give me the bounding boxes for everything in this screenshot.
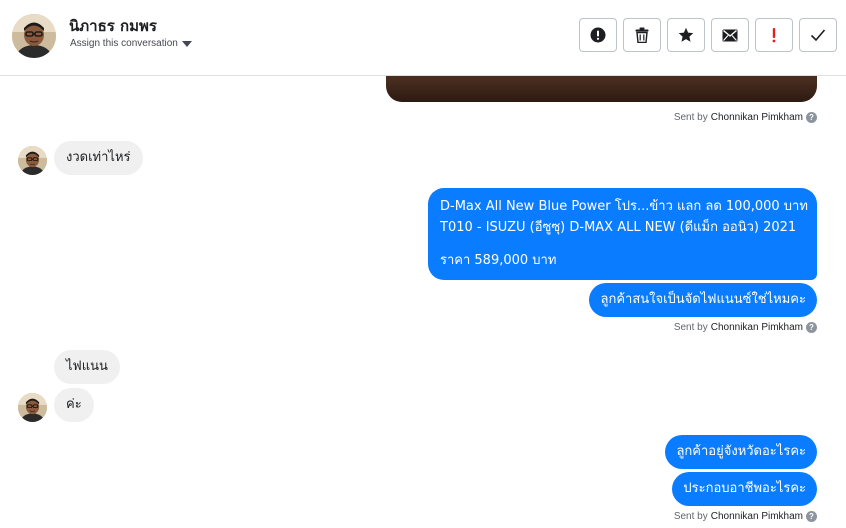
assign-label: Assign this conversation: [70, 38, 178, 49]
mark-done-button[interactable]: [799, 18, 837, 52]
assign-conversation-dropdown[interactable]: Assign this conversation: [70, 38, 192, 49]
card-title: D-Max All New Blue Power โปร...ข้าว แลก …: [440, 199, 808, 214]
mark-spam-button[interactable]: [579, 18, 617, 52]
message-thread[interactable]: Sent by Chonnikan Pimkham ? งวดเท่าไหร่ …: [0, 76, 846, 528]
star-button[interactable]: [667, 18, 705, 52]
outgoing-message: ลูกค้าสนใจเป็นจัดไฟแนนซ์ใช่ไหมคะ: [589, 283, 817, 317]
caret-down-icon: [181, 40, 192, 47]
image-attachment[interactable]: [386, 76, 817, 102]
delete-button[interactable]: [623, 18, 661, 52]
sent-by-label: Sent by Chonnikan Pimkham ?: [674, 112, 817, 123]
contact-avatar-small: [18, 393, 47, 422]
card-price: ราคา 589,000 บาท: [440, 253, 557, 268]
sent-by-label: Sent by Chonnikan Pimkham ?: [674, 322, 817, 333]
incoming-message: ไฟแนน: [54, 350, 120, 384]
help-icon[interactable]: ?: [806, 322, 817, 333]
conversation-header: นิภาธร กมพร Assign this conversation: [0, 0, 846, 76]
exclamation-icon: [772, 28, 776, 43]
agent-name: Chonnikan Pimkham: [710, 511, 803, 522]
sent-by-label: Sent by Chonnikan Pimkham ?: [674, 511, 817, 522]
agent-name: Chonnikan Pimkham: [710, 112, 803, 123]
card-subtitle: T010 - ISUZU (อีซูซุ) D-MAX ALL NEW (ดีแ…: [440, 220, 797, 235]
incoming-message: งวดเท่าไหร่: [54, 141, 143, 175]
contact-name: นิภาธร กมพร: [69, 17, 157, 35]
help-icon[interactable]: ?: [806, 511, 817, 522]
alert-circle-icon: [590, 27, 606, 43]
star-icon: [678, 27, 694, 42]
help-icon[interactable]: ?: [806, 112, 817, 123]
mark-unread-button[interactable]: [711, 18, 749, 52]
agent-name: Chonnikan Pimkham: [710, 322, 803, 333]
outgoing-message: ลูกค้าอยู่จังหวัดอะไรคะ: [665, 435, 817, 469]
contact-avatar-small: [18, 146, 47, 175]
outgoing-product-card: D-Max All New Blue Power โปร...ข้าว แลก …: [428, 188, 817, 280]
contact-avatar[interactable]: [12, 14, 56, 58]
incoming-message: ค่ะ: [54, 388, 94, 422]
outgoing-message: ประกอบอาชีพอะไรคะ: [672, 472, 817, 506]
flag-important-button[interactable]: [755, 18, 793, 52]
envelope-icon: [722, 29, 738, 41]
checkmark-icon: [810, 29, 826, 42]
trash-icon: [635, 27, 649, 43]
conversation-toolbar: [579, 18, 837, 52]
